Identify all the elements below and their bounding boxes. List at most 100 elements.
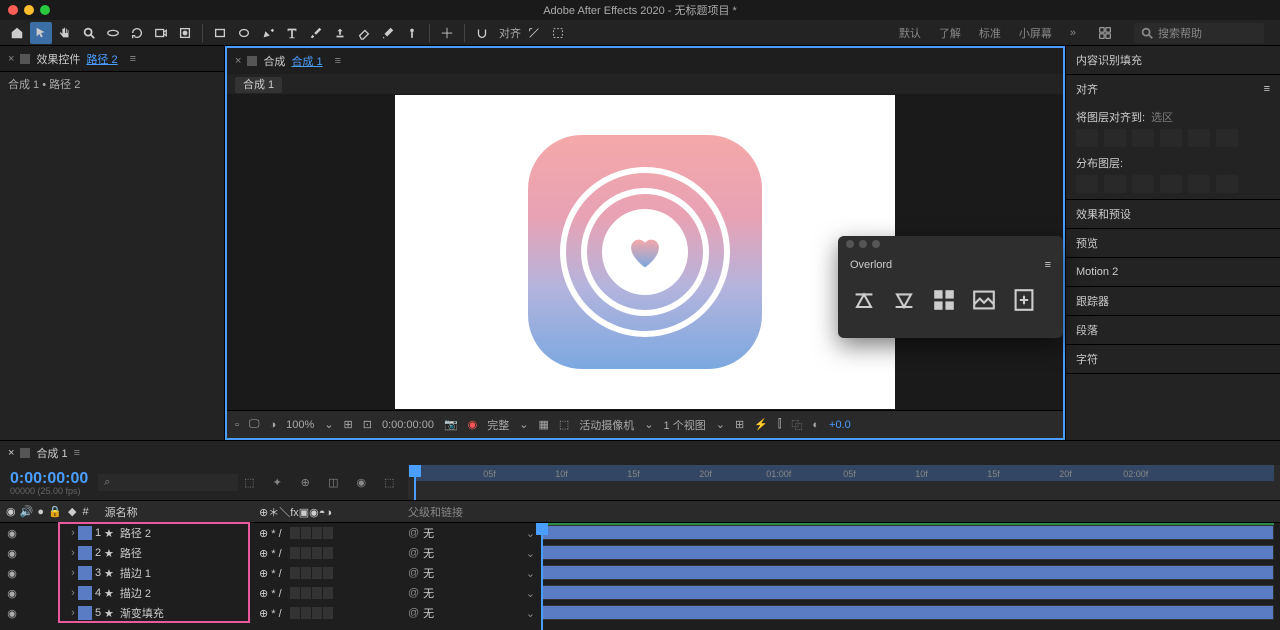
- layer-row[interactable]: ◉ ›2★路径 ⊕ * / @无⌄: [0, 543, 535, 563]
- effects-presets-panel-header[interactable]: 效果和预设: [1066, 200, 1280, 228]
- pickwhip-icon[interactable]: @: [408, 567, 419, 579]
- switch-cell[interactable]: [290, 587, 300, 599]
- parent-value[interactable]: 无: [423, 545, 434, 561]
- workspace-tab-learn[interactable]: 了解: [939, 25, 961, 41]
- display-icon[interactable]: 🖵: [249, 418, 260, 431]
- pixel-aspect-icon[interactable]: ⊞: [735, 418, 744, 431]
- label-color-swatch[interactable]: [78, 606, 92, 620]
- expand-icon[interactable]: ›: [68, 547, 78, 559]
- puppet-pin-tool-icon[interactable]: [401, 22, 423, 44]
- track-area[interactable]: [535, 523, 1280, 630]
- rotation-tool-icon[interactable]: [126, 22, 148, 44]
- layer-switches[interactable]: ⊕ * /: [259, 567, 282, 580]
- paragraph-panel-header[interactable]: 段落: [1066, 316, 1280, 344]
- preview-panel-header[interactable]: 预览: [1066, 229, 1280, 257]
- exposure-value[interactable]: +0.0: [829, 419, 851, 431]
- parent-dropdown-icon[interactable]: ⌄: [526, 547, 535, 560]
- overlord-panel[interactable]: Overlord ≡: [838, 236, 1063, 338]
- selection-tool-icon[interactable]: [30, 22, 52, 44]
- draft3d-icon[interactable]: ✦: [266, 472, 288, 494]
- expand-icon[interactable]: ›: [68, 607, 78, 619]
- pickwhip-icon[interactable]: @: [408, 547, 419, 559]
- zoom-dropdown-icon[interactable]: ⌄: [324, 418, 333, 431]
- clone-stamp-tool-icon[interactable]: [329, 22, 351, 44]
- home-icon[interactable]: [6, 22, 28, 44]
- panel-menu-icon[interactable]: ≡: [74, 447, 80, 459]
- layer-switches[interactable]: ⊕ * /: [259, 527, 282, 540]
- layer-name[interactable]: 描边 2: [120, 585, 151, 601]
- close-window-button[interactable]: [8, 5, 18, 15]
- overlord-max-icon[interactable]: [872, 240, 880, 248]
- fast-preview-icon[interactable]: ⚡: [754, 418, 768, 431]
- quality-dropdown-icon[interactable]: ⌄: [519, 418, 528, 431]
- character-panel-header[interactable]: 字符: [1066, 345, 1280, 373]
- parent-dropdown-icon[interactable]: ⌄: [526, 567, 535, 580]
- overlord-image-icon[interactable]: [970, 286, 998, 314]
- parent-value[interactable]: 无: [423, 525, 434, 541]
- close-tab-icon[interactable]: ×: [8, 447, 14, 459]
- views-dropdown-icon[interactable]: ⌄: [716, 418, 725, 431]
- snap-option-a-icon[interactable]: [523, 22, 545, 44]
- parent-value[interactable]: 无: [423, 585, 434, 601]
- workspace-tab-standard[interactable]: 标准: [979, 25, 1001, 41]
- type-tool-icon[interactable]: [281, 22, 303, 44]
- layer-switches[interactable]: ⊕ * /: [259, 587, 282, 600]
- switch-cell[interactable]: [301, 547, 311, 559]
- layer-track[interactable]: [535, 583, 1280, 603]
- layer-track[interactable]: [535, 603, 1280, 623]
- distribute-b-button[interactable]: [1104, 175, 1126, 193]
- layer-row[interactable]: ◉ ›5★渐变填充 ⊕ * / @无⌄: [0, 603, 535, 623]
- switch-cell[interactable]: [323, 567, 333, 579]
- playhead-line[interactable]: [541, 523, 543, 630]
- layer-name[interactable]: 路径: [120, 545, 142, 561]
- brush-tool-icon[interactable]: [305, 22, 327, 44]
- switch-cell[interactable]: [301, 567, 311, 579]
- visibility-toggle-icon[interactable]: ◉: [6, 567, 18, 580]
- layer-name[interactable]: 渐变填充: [120, 605, 164, 621]
- distribute-c-button[interactable]: [1132, 175, 1154, 193]
- frame-blend-icon[interactable]: ◫: [322, 472, 344, 494]
- zoom-value[interactable]: 100%: [286, 419, 314, 431]
- macos-traffic-lights[interactable]: [8, 5, 50, 15]
- effect-controls-target[interactable]: 路径 2: [86, 51, 117, 67]
- transparency-icon[interactable]: ▦: [539, 418, 549, 431]
- panel-menu-icon[interactable]: ≡: [1264, 83, 1270, 95]
- channel-icon[interactable]: ◉: [468, 418, 478, 431]
- layer-track[interactable]: [535, 543, 1280, 563]
- panel-menu-icon[interactable]: ≡: [130, 53, 136, 65]
- help-search-input[interactable]: 搜索帮助: [1134, 23, 1264, 43]
- parent-dropdown-icon[interactable]: ⌄: [526, 587, 535, 600]
- zoom-tool-icon[interactable]: [78, 22, 100, 44]
- parent-dropdown-icon[interactable]: ⌄: [526, 527, 535, 540]
- parent-column[interactable]: 父级和链接: [400, 501, 535, 522]
- switch-cell[interactable]: [323, 587, 333, 599]
- distribute-a-button[interactable]: [1076, 175, 1098, 193]
- camera-select[interactable]: 活动摄像机: [579, 417, 634, 433]
- time-ruler[interactable]: 05f 10f 15f 20f 01:00f 05f 10f 15f 20f 0…: [408, 465, 1280, 501]
- layer-name[interactable]: 路径 2: [120, 525, 151, 541]
- align-bottom-button[interactable]: [1216, 129, 1238, 147]
- distribute-e-button[interactable]: [1188, 175, 1210, 193]
- workspace-tab-small[interactable]: 小屏幕: [1019, 25, 1052, 41]
- switch-cell[interactable]: [323, 547, 333, 559]
- align-top-button[interactable]: [1160, 129, 1182, 147]
- ellipse-tool-icon[interactable]: [233, 22, 255, 44]
- parent-dropdown-icon[interactable]: ⌄: [526, 607, 535, 620]
- switch-cell[interactable]: [290, 547, 300, 559]
- pan-behind-tool-icon[interactable]: [174, 22, 196, 44]
- maximize-window-button[interactable]: [40, 5, 50, 15]
- hand-tool-icon[interactable]: [54, 22, 76, 44]
- expand-icon[interactable]: ›: [68, 587, 78, 599]
- overlord-grid-icon[interactable]: [930, 286, 958, 314]
- magnification-icon[interactable]: ▫: [235, 419, 239, 431]
- pickwhip-icon[interactable]: @: [408, 527, 419, 539]
- align-to-value[interactable]: 选区: [1151, 109, 1173, 125]
- layer-track[interactable]: [535, 523, 1280, 543]
- overlord-min-icon[interactable]: [859, 240, 867, 248]
- close-tab-icon[interactable]: ×: [235, 55, 241, 67]
- overlord-push-down-icon[interactable]: [890, 286, 918, 314]
- camera-dropdown-icon[interactable]: ⌄: [644, 418, 653, 431]
- rectangle-tool-icon[interactable]: [209, 22, 231, 44]
- minimize-window-button[interactable]: [24, 5, 34, 15]
- grid-icon[interactable]: ⊡: [363, 418, 372, 431]
